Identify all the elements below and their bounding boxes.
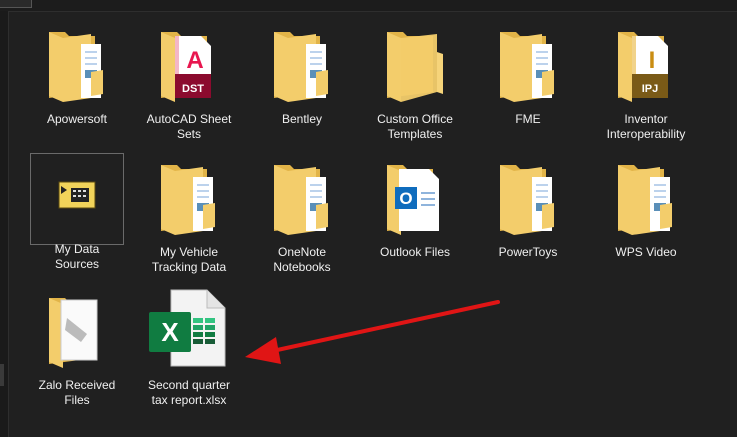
folder-doc-icon	[270, 155, 334, 235]
file-item-autocad-sheet-sets[interactable]: A DST AutoCAD Sheet Sets	[139, 22, 239, 142]
folder-doc-icon	[496, 155, 560, 235]
file-item-label: PowerToys	[498, 245, 558, 259]
svg-text:A: A	[186, 47, 203, 74]
svg-text:DST: DST	[182, 83, 204, 95]
file-item-label: Zalo Received Files	[38, 378, 116, 407]
top-bar	[0, 0, 737, 12]
file-item-outlook-files[interactable]: O Outlook Files	[365, 155, 465, 260]
file-item-bentley[interactable]: Bentley	[252, 22, 352, 127]
file-item-onenote-notebooks[interactable]: OneNote Notebooks	[252, 155, 352, 275]
file-item-label: WPS Video	[615, 245, 677, 259]
svg-text:IPJ: IPJ	[642, 83, 659, 95]
folder-doc-icon	[45, 22, 109, 102]
file-item-inventor-interoperability[interactable]: I IPJ Inventor Interoperability	[596, 22, 696, 142]
file-item-label: Outlook Files	[379, 245, 451, 259]
file-item-powertoys[interactable]: PowerToys	[478, 155, 578, 260]
file-item-custom-office-templates[interactable]: Custom Office Templates	[365, 22, 465, 142]
file-item-fme[interactable]: FME	[478, 22, 578, 127]
file-item-label: Apowersoft	[46, 112, 108, 126]
xlsx-icon: X	[147, 288, 231, 368]
file-item-label: FME	[515, 112, 541, 126]
file-item-label: OneNote Notebooks	[273, 245, 331, 274]
file-item-label: Second quarter tax report.xlsx	[147, 378, 231, 407]
file-item-apowersoft[interactable]: Apowersoft	[27, 22, 127, 127]
file-item-label: My Data Sources	[54, 242, 100, 271]
folder-doc-icon	[614, 155, 678, 235]
svg-text:I: I	[649, 47, 656, 74]
svg-text:X: X	[161, 317, 179, 347]
scrollbar-thumb[interactable]	[0, 364, 4, 386]
file-item-label: AutoCAD Sheet Sets	[146, 112, 232, 141]
file-item-wps-video[interactable]: WPS Video	[596, 155, 696, 260]
folder-img-icon	[45, 288, 109, 368]
folder-ipj-icon: I IPJ	[614, 22, 678, 102]
toolbar-box[interactable]	[0, 0, 32, 8]
file-item-my-data-sources[interactable]: My Data Sources	[30, 153, 124, 271]
folder-doc-icon	[270, 22, 334, 102]
file-item-second-quarter-tax-report-xlsx[interactable]: X Second quarter tax report.xlsx	[139, 288, 239, 408]
file-item-my-vehicle-tracking-data[interactable]: My Vehicle Tracking Data	[139, 155, 239, 275]
folder-icon	[383, 22, 447, 102]
folder-doc-icon	[496, 22, 560, 102]
file-item-label: Bentley	[281, 112, 323, 126]
file-item-zalo-received-files[interactable]: Zalo Received Files	[27, 288, 127, 408]
svg-text:O: O	[399, 189, 412, 208]
file-item-label: My Vehicle Tracking Data	[151, 245, 227, 274]
folder-doc-icon	[157, 155, 221, 235]
file-item-label: Inventor Interoperability	[606, 112, 686, 141]
folder-dst-icon: A DST	[157, 22, 221, 102]
outlook-icon: O	[383, 155, 447, 235]
file-item-label: Custom Office Templates	[377, 112, 453, 141]
data-sources-icon	[45, 154, 109, 234]
